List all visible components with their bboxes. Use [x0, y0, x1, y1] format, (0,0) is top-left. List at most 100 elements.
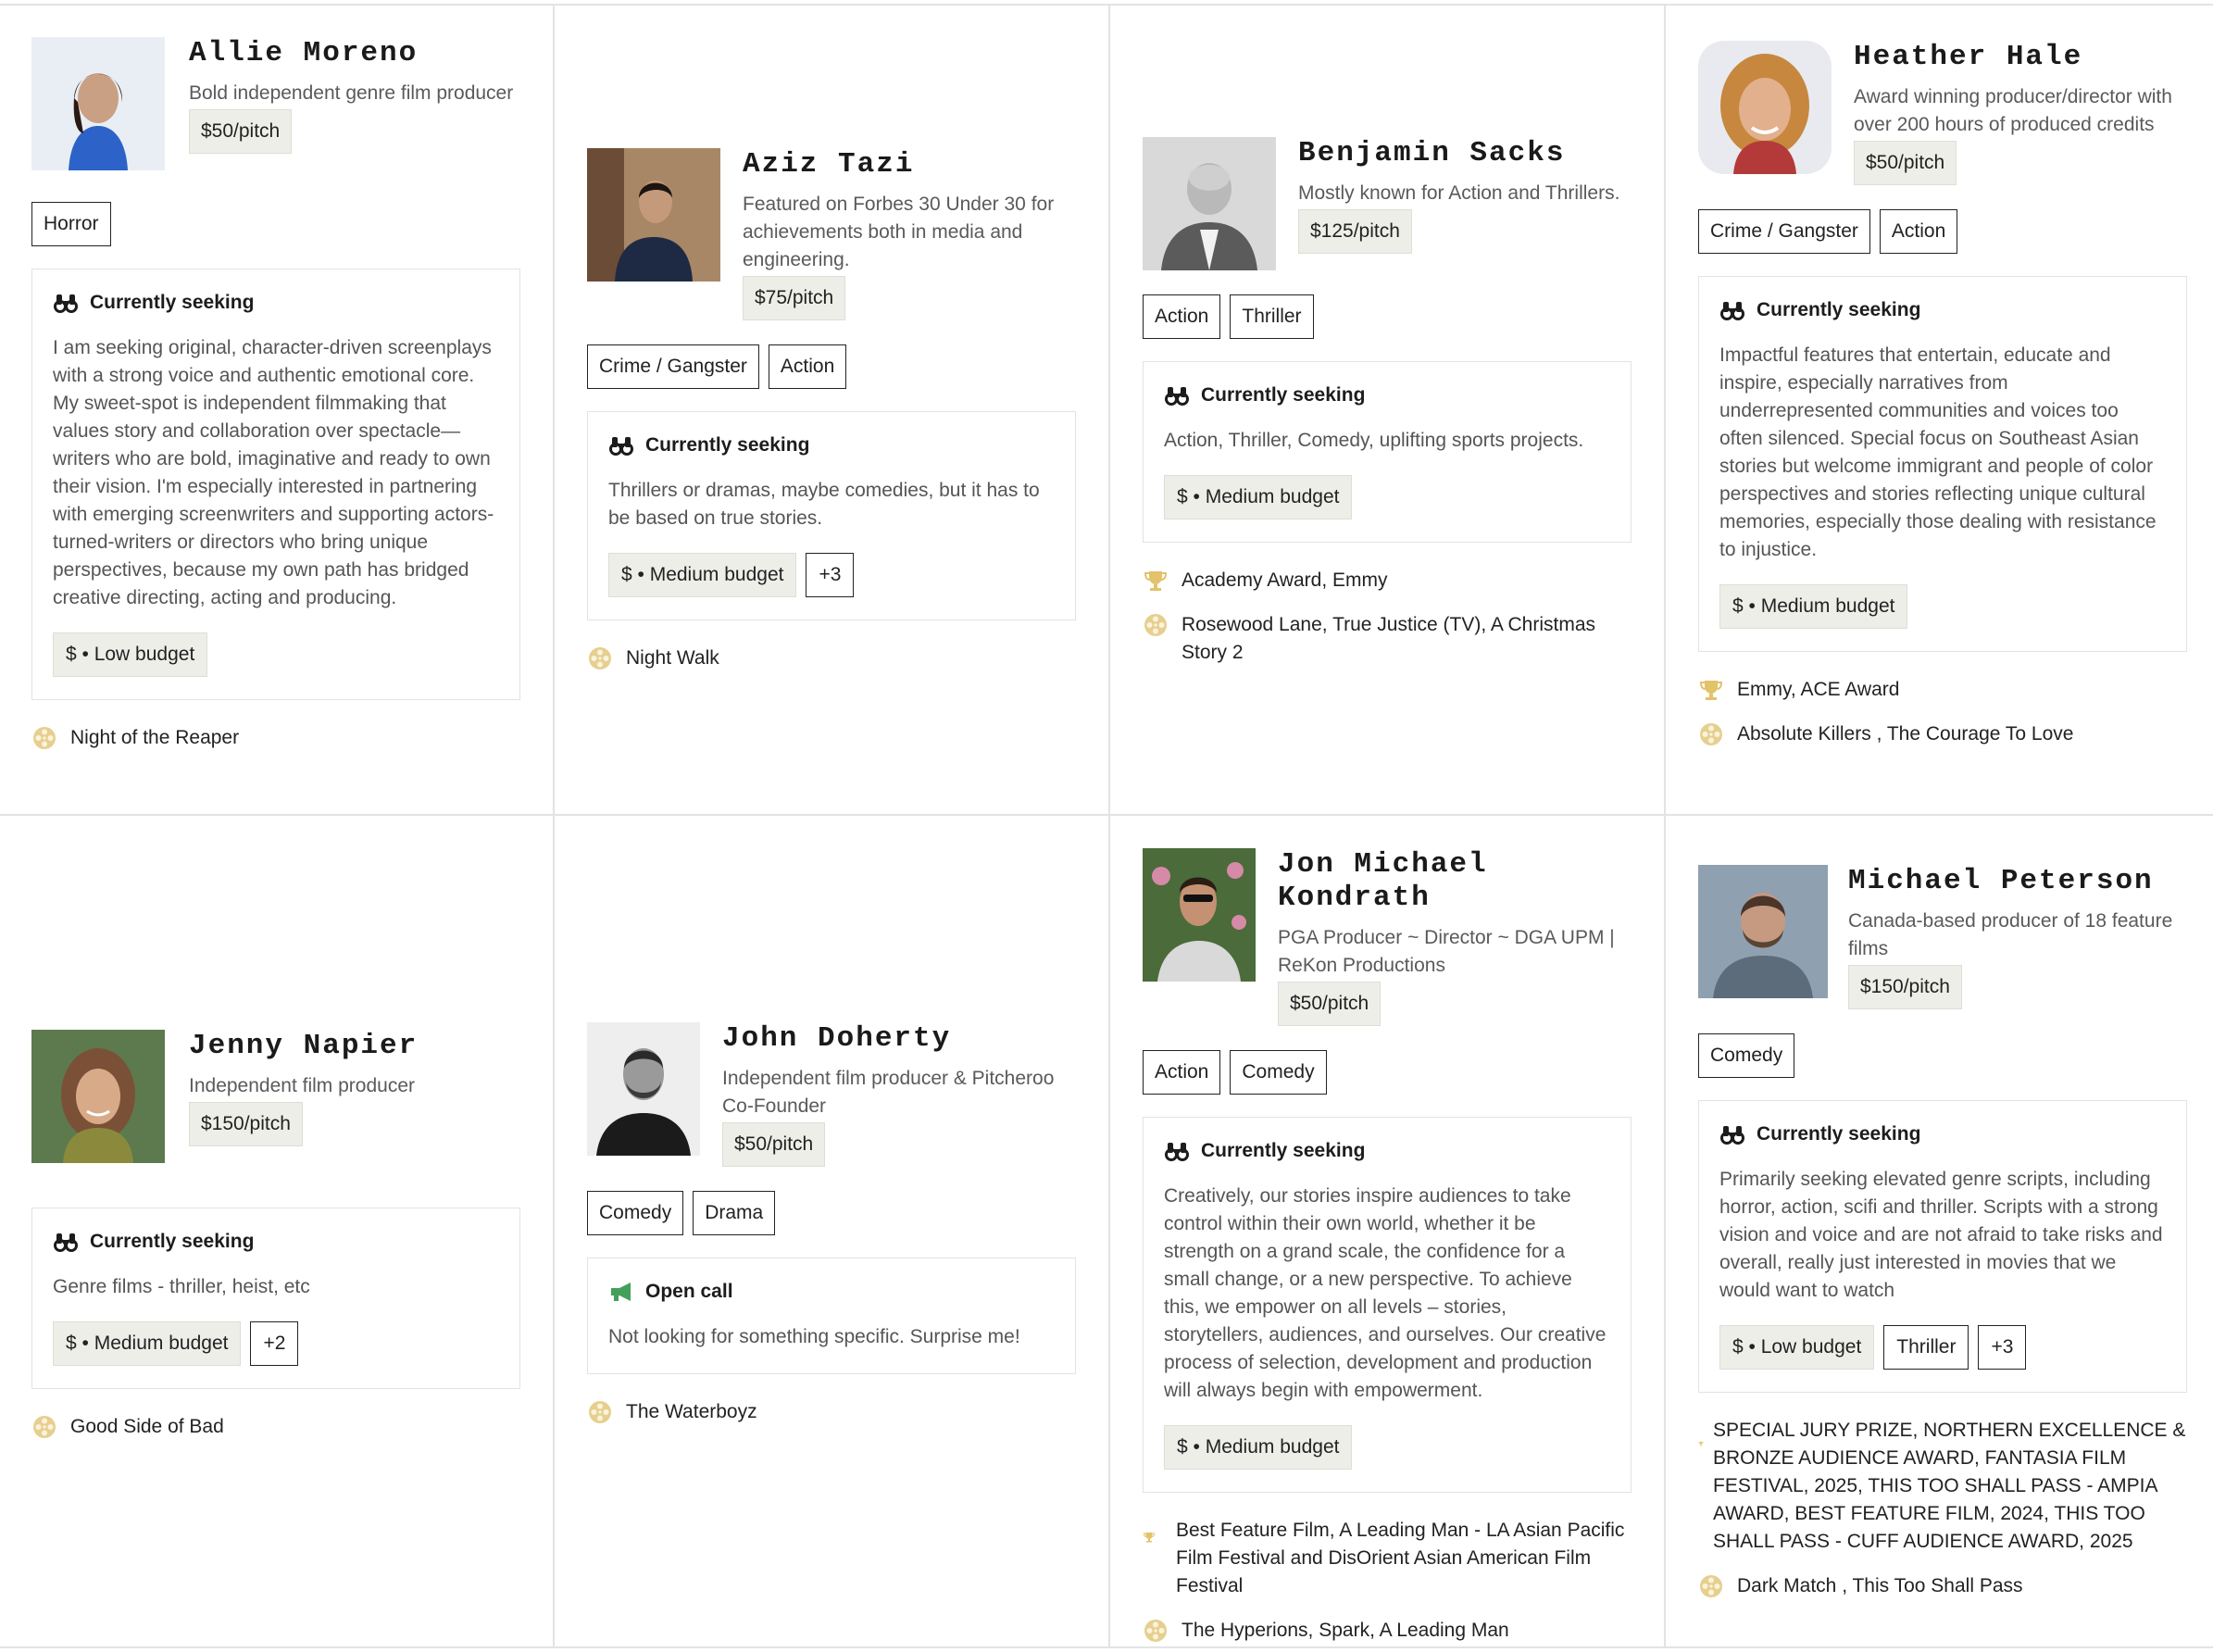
producer-name[interactable]: Jenny Napier	[189, 1030, 520, 1063]
avatar[interactable]	[1698, 41, 1832, 174]
seeking-text: Impactful features that entertain, educa…	[1719, 344, 2157, 560]
awards-row: Emmy, ACE Award	[1698, 676, 2187, 704]
credits-row: Good Side of Bad	[31, 1413, 520, 1441]
producer-bio: Featured on Forbes 30 Under 30 for achie…	[743, 194, 1055, 270]
producer-bio: Mostly known for Action and Thrillers.	[1298, 182, 1620, 204]
genre-tag[interactable]: Comedy	[1230, 1050, 1327, 1095]
awards-text: Emmy, ACE Award	[1737, 679, 1900, 700]
film-reel-icon	[31, 725, 57, 751]
producer-name[interactable]: Jon Michael Kondrath	[1278, 848, 1632, 915]
film-reel-icon	[587, 1399, 613, 1425]
credits-text: Absolute Killers , The Courage To Love	[1737, 723, 2074, 745]
producer-card[interactable]: Allie Moreno Bold independent genre film…	[31, 37, 520, 752]
binoculars-icon	[1719, 297, 1745, 323]
genre-tag[interactable]: Drama	[693, 1191, 776, 1235]
producer-name[interactable]: Benjamin Sacks	[1298, 137, 1632, 170]
avatar[interactable]	[31, 1030, 165, 1163]
producer-name[interactable]: Aziz Tazi	[743, 148, 1076, 181]
credits-row: Night of the Reaper	[31, 724, 520, 752]
budget-chip: $ • Medium budget	[1164, 475, 1353, 519]
genre-tag[interactable]: Action	[1879, 209, 1958, 254]
budget-chip: $ • Medium budget	[1164, 1425, 1353, 1470]
producer-name[interactable]: Allie Moreno	[189, 37, 520, 70]
genre-tag[interactable]: Crime / Gangster	[587, 344, 759, 389]
awards-text: Academy Award, Emmy	[1182, 569, 1388, 591]
credits-row: The Waterboyz	[587, 1398, 1076, 1426]
producer-name[interactable]: John Doherty	[722, 1022, 1076, 1056]
seeking-box: Currently seeking Impactful features tha…	[1698, 276, 2187, 652]
seeking-title: Currently seeking	[1757, 299, 1921, 320]
producer-card[interactable]: Benjamin Sacks Mostly known for Action a…	[1143, 137, 1632, 667]
awards-text: Best Feature Film, A Leading Man - LA As…	[1176, 1520, 1625, 1596]
price-badge: $50/pitch	[189, 109, 293, 154]
seeking-text: I am seeking original, character-driven …	[53, 337, 494, 608]
grid-bottom-border	[0, 1646, 2213, 1648]
credits-row: The Hyperions, Spark, A Leading Man	[1143, 1617, 1632, 1645]
avatar[interactable]	[1143, 137, 1276, 270]
producer-card[interactable]: John Doherty Independent film producer &…	[587, 1020, 1076, 1426]
producer-name[interactable]: Heather Hale	[1854, 41, 2187, 74]
credits-text: Night Walk	[626, 647, 719, 669]
budget-chip: $ • Low budget	[1719, 1325, 1875, 1370]
open-call-box: Open call Not looking for something spec…	[587, 1258, 1076, 1374]
seeking-title: Currently seeking	[1201, 1140, 1366, 1161]
grid-top-border	[0, 4, 2213, 6]
genre-tag[interactable]: Comedy	[587, 1191, 684, 1235]
genre-chip[interactable]: Thriller	[1883, 1325, 1969, 1370]
price-badge: $50/pitch	[722, 1122, 826, 1167]
seeking-text: Creatively, our stories inspire audience…	[1164, 1185, 1607, 1401]
seeking-title: Currently seeking	[1757, 1123, 1921, 1145]
genre-tag[interactable]: Crime / Gangster	[1698, 209, 1870, 254]
column-divider	[1108, 4, 1110, 1648]
avatar[interactable]	[587, 1022, 700, 1156]
avatar[interactable]	[587, 148, 720, 282]
open-call-title: Open call	[645, 1281, 733, 1302]
more-chip[interactable]: +3	[1978, 1325, 2027, 1370]
genre-tag[interactable]: Comedy	[1698, 1033, 1795, 1078]
genre-tag[interactable]: Action	[768, 344, 847, 389]
producer-bio: Independent film producer	[189, 1075, 415, 1096]
producer-bio: Independent film producer & Pitcheroo Co…	[722, 1068, 1055, 1117]
producer-card[interactable]: Heather Hale Award winning producer/dire…	[1698, 41, 2187, 748]
column-divider	[1664, 4, 1666, 1648]
producer-card[interactable]: Jenny Napier Independent film producer $…	[31, 1024, 520, 1441]
seeking-title: Currently seeking	[90, 1231, 255, 1252]
avatar[interactable]	[1698, 865, 1828, 998]
seeking-box: Currently seeking Action, Thriller, Come…	[1143, 361, 1632, 543]
awards-text: SPECIAL JURY PRIZE, NORTHERN EXCELLENCE …	[1713, 1420, 2186, 1552]
seeking-text: Action, Thriller, Comedy, uplifting spor…	[1164, 430, 1584, 451]
genre-tag[interactable]: Horror	[31, 202, 111, 246]
trophy-icon	[1698, 677, 1724, 703]
seeking-title: Currently seeking	[645, 434, 810, 456]
film-reel-icon	[1143, 612, 1169, 638]
seeking-title: Currently seeking	[90, 292, 255, 313]
avatar[interactable]	[31, 37, 165, 170]
genre-tag[interactable]: Thriller	[1230, 294, 1314, 339]
megaphone-icon	[608, 1279, 634, 1305]
credits-text: The Waterboyz	[626, 1401, 757, 1422]
avatar[interactable]	[1143, 848, 1256, 982]
producer-card[interactable]: Michael Peterson Canada-based producer o…	[1698, 863, 2187, 1600]
film-reel-icon	[587, 645, 613, 671]
film-reel-icon	[1698, 721, 1724, 747]
producer-card[interactable]: Jon Michael Kondrath PGA Producer ~ Dire…	[1143, 848, 1632, 1645]
more-chip[interactable]: +3	[806, 553, 855, 597]
more-chip[interactable]: +2	[250, 1321, 299, 1366]
trophy-icon	[1698, 1441, 1704, 1446]
price-badge: $50/pitch	[1278, 982, 1382, 1026]
binoculars-icon	[53, 1229, 79, 1255]
row-divider	[0, 814, 2213, 816]
producer-name[interactable]: Michael Peterson	[1848, 865, 2187, 898]
open-call-text: Not looking for something specific. Surp…	[608, 1326, 1020, 1347]
credits-row: Night Walk	[587, 645, 1076, 672]
credits-text: Night of the Reaper	[70, 727, 240, 748]
producer-card[interactable]: Aziz Tazi Featured on Forbes 30 Under 30…	[587, 148, 1076, 672]
genre-tag[interactable]: Action	[1143, 1050, 1221, 1095]
price-badge: $150/pitch	[189, 1102, 303, 1146]
genre-tag[interactable]: Action	[1143, 294, 1221, 339]
seeking-box: Currently seeking Thrillers or dramas, m…	[587, 411, 1076, 620]
producer-bio: Canada-based producer of 18 feature film…	[1848, 910, 2173, 959]
credits-row: Rosewood Lane, True Justice (TV), A Chri…	[1143, 611, 1632, 667]
credits-row: Absolute Killers , The Courage To Love	[1698, 720, 2187, 748]
credits-text: Good Side of Bad	[70, 1416, 224, 1437]
